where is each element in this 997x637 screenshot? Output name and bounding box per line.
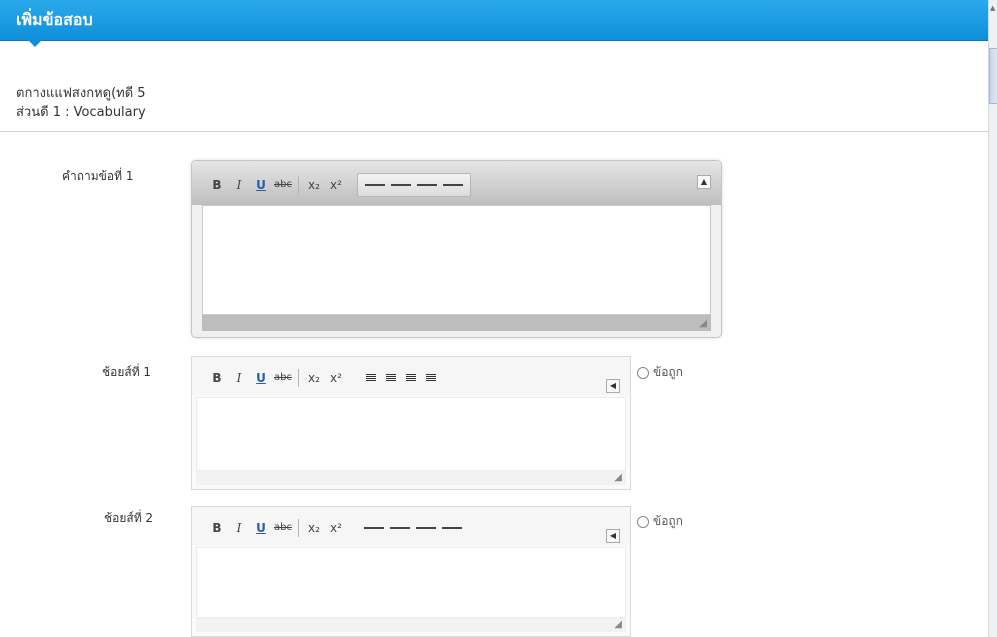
- editor-statusbar: ◢: [196, 618, 626, 632]
- correct-answer-radio-2[interactable]: ข้อถูก: [637, 512, 683, 531]
- align-left-icon[interactable]: [364, 527, 384, 529]
- vertical-scrollbar[interactable]: ▲: [988, 0, 997, 637]
- page-header: เพิ่มข้อสอบ: [0, 0, 988, 47]
- subscript-button[interactable]: x₂: [303, 519, 325, 537]
- header-pointer: [28, 40, 42, 47]
- editor-statusbar: ◢: [196, 471, 626, 485]
- align-center-icon[interactable]: [386, 374, 396, 382]
- resize-grip-icon[interactable]: ◢: [614, 472, 622, 483]
- editor-toolbar: B I U abc x₂ x² ▲: [192, 161, 721, 205]
- resize-grip-icon[interactable]: ◢: [699, 318, 707, 329]
- underline-button[interactable]: U: [250, 369, 272, 387]
- superscript-button[interactable]: x²: [325, 369, 347, 387]
- editor-statusbar: ◢: [202, 315, 711, 331]
- italic-button[interactable]: I: [228, 176, 250, 194]
- align-justify-icon[interactable]: [443, 184, 463, 186]
- radio-circle-icon[interactable]: [637, 515, 649, 528]
- editor-toolbar: B I U abc x₂ x² ◀: [192, 357, 630, 395]
- choice-label-2: ช้อยส์ที่ 2: [104, 511, 154, 525]
- align-justify-icon[interactable]: [426, 374, 436, 382]
- align-right-icon[interactable]: [406, 374, 416, 382]
- choice-text-area[interactable]: [196, 397, 626, 471]
- exam-info: ตกางแแฟสงกหดู(ทดี 5 ส่วนดี 1 : Vocabular…: [16, 84, 146, 122]
- align-center-icon[interactable]: [391, 184, 411, 186]
- correct-answer-radio-1[interactable]: ข้อถูก: [637, 363, 683, 382]
- italic-button[interactable]: I: [228, 369, 250, 387]
- bold-button[interactable]: B: [206, 176, 228, 194]
- exam-section-label: ส่วนดี 1 : Vocabulary: [16, 105, 146, 120]
- underline-button[interactable]: U: [250, 176, 272, 194]
- radio-label: ข้อถูก: [653, 365, 683, 379]
- page-title: เพิ่มข้อสอบ: [16, 10, 93, 29]
- choice-editor-1[interactable]: B I U abc x₂ x² ◀ ◢: [191, 356, 631, 490]
- toolbar-separator: [298, 519, 299, 537]
- italic-button[interactable]: I: [228, 519, 250, 537]
- strikethrough-button[interactable]: abc: [272, 369, 294, 387]
- scrollbar-thumb[interactable]: [989, 48, 997, 104]
- question-editor[interactable]: B I U abc x₂ x² ▲ ◢: [191, 160, 722, 338]
- align-right-icon[interactable]: [417, 184, 437, 186]
- strikethrough-button[interactable]: abc: [272, 176, 294, 194]
- superscript-button[interactable]: x²: [325, 176, 347, 194]
- subscript-button[interactable]: x₂: [303, 369, 325, 387]
- underline-button[interactable]: U: [250, 519, 272, 537]
- superscript-button[interactable]: x²: [325, 519, 347, 537]
- align-left-icon[interactable]: [365, 184, 385, 186]
- exam-set-label: ตกางแแฟสงกหดู(ทดี 5: [16, 86, 146, 101]
- align-group: [357, 173, 471, 197]
- collapse-toolbar-icon[interactable]: ▲: [697, 175, 711, 189]
- bold-button[interactable]: B: [206, 519, 228, 537]
- question-text-area[interactable]: [202, 205, 711, 315]
- collapse-toolbar-icon[interactable]: ◀: [606, 379, 620, 393]
- strikethrough-button[interactable]: abc: [272, 519, 294, 537]
- editor-toolbar: B I U abc x₂ x² ◀: [192, 507, 630, 545]
- subscript-button[interactable]: x₂: [303, 176, 325, 194]
- radio-circle-icon[interactable]: [637, 366, 649, 379]
- align-right-icon[interactable]: [416, 527, 436, 529]
- resize-grip-icon[interactable]: ◢: [614, 619, 622, 630]
- choice-editor-2[interactable]: B I U abc x₂ x² ◀ ◢: [191, 506, 631, 637]
- align-left-icon[interactable]: [366, 374, 376, 382]
- align-justify-icon[interactable]: [442, 527, 462, 529]
- collapse-toolbar-icon[interactable]: ◀: [606, 529, 620, 543]
- choice-label-1: ช้อยส์ที่ 1: [102, 365, 152, 379]
- question-label: คำถามข้อที่ 1: [62, 169, 134, 183]
- toolbar-separator: [298, 176, 299, 194]
- scroll-up-icon[interactable]: ▲: [990, 4, 995, 12]
- radio-label: ข้อถูก: [653, 514, 683, 528]
- align-center-icon[interactable]: [390, 527, 410, 529]
- divider: [0, 131, 988, 132]
- toolbar-separator: [298, 369, 299, 387]
- choice-text-area[interactable]: [196, 547, 626, 618]
- bold-button[interactable]: B: [206, 369, 228, 387]
